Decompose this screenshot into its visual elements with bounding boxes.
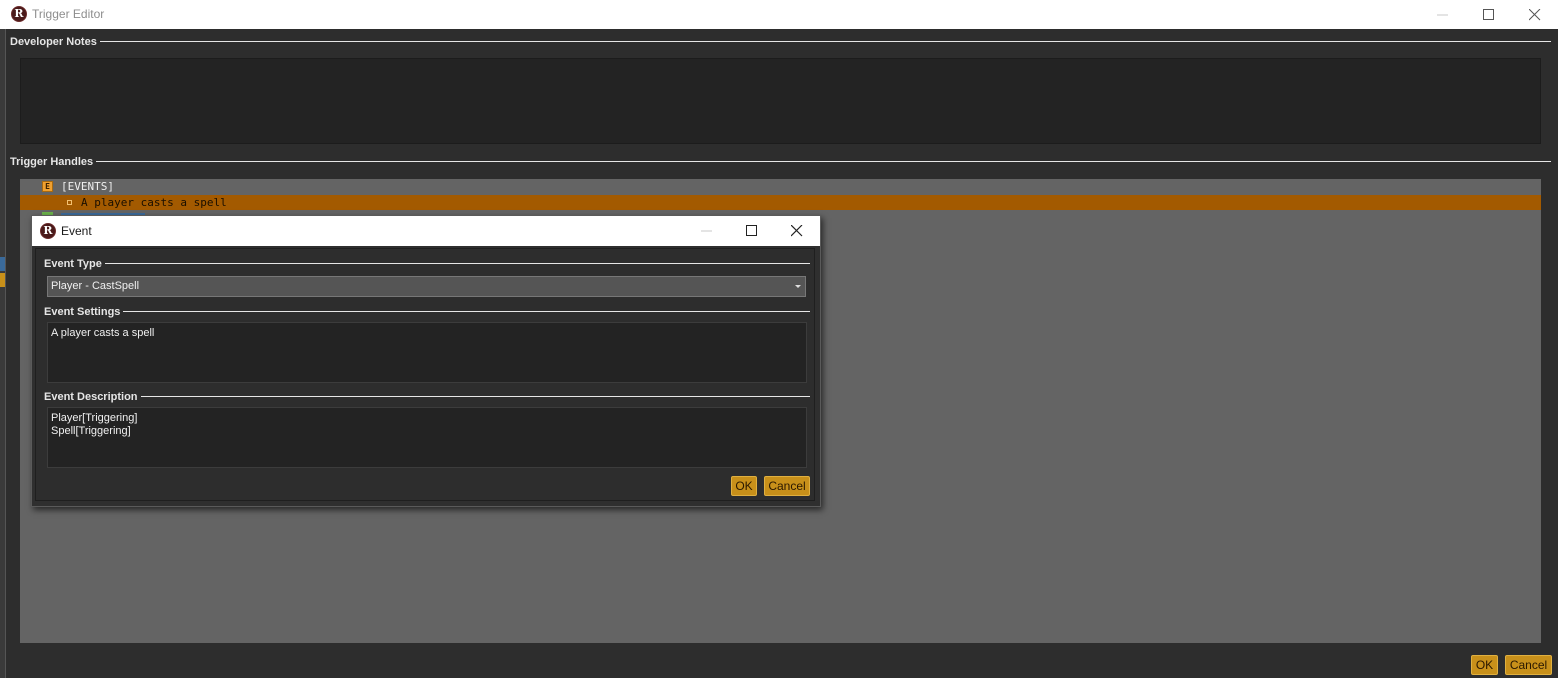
event-settings-divider [44, 311, 810, 312]
maximize-icon [1483, 9, 1494, 20]
event-type-value: Player - CastSpell [51, 280, 140, 292]
minimize-icon [1437, 14, 1448, 16]
dropdown-arrow-icon [795, 285, 801, 288]
event-description-line: Spell[Triggering] [51, 425, 131, 437]
maximize-icon [746, 225, 757, 236]
event-dialog-titlebar: R Event [32, 216, 820, 246]
dialog-close-button[interactable] [774, 216, 820, 246]
event-description-label: Event Description [44, 391, 141, 403]
dialog-logo-icon: R [40, 223, 56, 239]
event-description-box[interactable]: Player[Triggering] Spell[Triggering] [47, 407, 807, 468]
event-type-select[interactable]: Player - CastSpell [47, 276, 806, 297]
event-type-divider [44, 263, 810, 264]
trigger-handles-label: Trigger Handles [10, 156, 97, 168]
tree-node-event-label: A player casts a spell [81, 196, 227, 209]
main-titlebar: R Trigger Editor [0, 0, 1558, 29]
developer-notes-label: Developer Notes [10, 36, 100, 48]
maximize-button[interactable] [1466, 0, 1512, 29]
window-title: Trigger Editor [32, 7, 105, 21]
event-description-divider [44, 396, 810, 397]
event-settings-label: Event Settings [44, 306, 124, 318]
app-logo-icon: R [11, 6, 27, 22]
close-icon [1529, 9, 1541, 21]
developer-notes-textarea[interactable] [20, 58, 1541, 144]
event-dialog-title: Event [61, 224, 92, 238]
dialog-maximize-button[interactable] [729, 216, 775, 246]
event-description-line: Player[Triggering] [51, 412, 138, 424]
event-dialog: R Event Event Type Player - CastSpell Ev… [31, 215, 821, 507]
ok-button[interactable]: OK [1471, 655, 1498, 675]
event-settings-text: A player casts a spell [51, 327, 155, 339]
tree-node-events-label: [EVENTS] [61, 180, 114, 193]
minimize-button[interactable] [1420, 0, 1466, 29]
edge-marker-orange [0, 273, 5, 287]
event-type-label: Event Type [44, 258, 105, 270]
dialog-cancel-button[interactable]: Cancel [764, 476, 810, 496]
tree-node-event-selected[interactable]: A player casts a spell [20, 195, 1541, 210]
developer-notes-divider [10, 41, 1551, 42]
cancel-button[interactable]: Cancel [1505, 655, 1552, 675]
dialog-minimize-button[interactable] [684, 216, 730, 246]
close-icon [791, 225, 803, 237]
minimize-icon [701, 230, 712, 232]
dialog-ok-button[interactable]: OK [731, 476, 757, 496]
edge-marker-blue [0, 257, 5, 271]
events-icon: E [42, 181, 53, 192]
trigger-handles-divider [10, 161, 1551, 162]
event-bullet-icon [67, 200, 72, 205]
event-dialog-body: Event Type Player - CastSpell Event Sett… [35, 248, 815, 501]
left-edge-strip [0, 29, 6, 678]
close-button[interactable] [1512, 0, 1558, 29]
event-settings-box[interactable]: A player casts a spell [47, 322, 807, 383]
